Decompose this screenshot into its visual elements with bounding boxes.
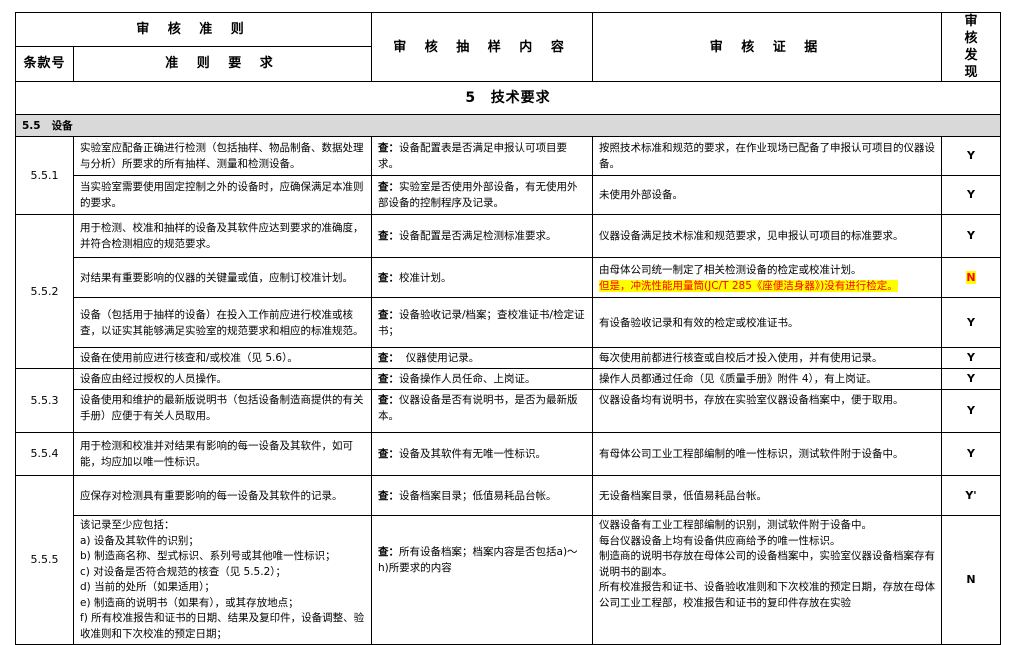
- requirement-cell: 用于检测和校准并对结果有影响的每一设备及其软件，如可能，均应加以唯一性标识。: [72, 432, 373, 476]
- requirement-list-item: c) 对设备是否符合规范的核查（见 5.5.2）；: [80, 565, 287, 578]
- finding-cell: Y: [941, 175, 1002, 215]
- sample-cell: 查：设备配置是否满足检测标准要求。: [371, 214, 594, 258]
- requirement-cell: 设备应由经过授权的人员操作。: [72, 368, 373, 390]
- requirement-cell: 设备（包括用于抽样的设备）在投入工作前应进行校准或核查，以证实其能够满足实验室的…: [72, 297, 373, 348]
- requirement-cell: 设备使用和维护的最新版说明书（包括设备制造商提供的有关手册）应便于有关人员取用。: [72, 389, 373, 433]
- check-prefix: 查：: [378, 373, 400, 385]
- requirement-cell: 应保存对检测具有重要影响的每一设备及其软件的记录。: [72, 475, 373, 516]
- header-sample: 审 核 抽 样 内 容: [371, 12, 594, 82]
- table-row: 当实验室需要使用固定控制之外的设备时，应确保满足本准则的要求。 查：实验室是否使…: [16, 175, 1002, 215]
- evidence-line: 制造商的说明书存放在母体公司的设备档案中，实验室仪器设备档案存有说明书的副本。: [599, 550, 936, 578]
- requirement-intro: 该记录至少应包括：: [80, 519, 175, 531]
- requirement-cell: 用于检测、校准和抽样的设备及其软件应达到要求的准确度，并符合检测相应的规范要求。: [72, 214, 373, 258]
- requirement-list-item: b) 制造商名称、型式标识、系列号或其他唯一性标识；: [80, 550, 336, 562]
- requirement-list-item: f) 所有校准报告和证书的日期、结果及复印件，设备调整、验收准则和下次校准的预定…: [80, 612, 365, 640]
- finding-cell: Y: [941, 347, 1002, 369]
- check-prefix: 查：: [378, 271, 400, 284]
- finding-cell: Y: [941, 297, 1002, 348]
- check-prefix: 查：: [378, 489, 400, 502]
- evidence-cell: 由母体公司统一制定了相关检测设备的检定或校准计划。 但是，冲洗性能用量筒(JC/…: [592, 257, 943, 298]
- sample-cell: 查：所有设备档案；档案内容是否包括a)～h)所要求的内容: [371, 515, 594, 645]
- sample-cell: 查：设备及其软件有无唯一性标识。: [371, 432, 594, 476]
- finding-cell: Y: [941, 136, 1002, 176]
- requirement-cell: 设备在使用前应进行核查和/或校准（见 5.6）。: [72, 347, 373, 369]
- check-prefix: 查：: [378, 394, 400, 406]
- header-criteria: 审 核 准 则: [14, 12, 373, 47]
- requirement-cell: 该记录至少应包括： a) 设备及其软件的识别； b) 制造商名称、型式标识、系列…: [72, 515, 373, 645]
- check-prefix: 查：: [378, 448, 400, 460]
- table-row: 5.5.1 实验室应配备正确进行检测（包括抽样、物品制备、数据处理与分析）所要求…: [15, 136, 1002, 215]
- header-clause-no: 条款号: [15, 45, 74, 83]
- check-prefix: 查：: [378, 181, 400, 193]
- evidence-line: 每台仪器设备上均有设备供应商给予的唯一性标识。: [599, 534, 841, 547]
- requirement-cell: 实验室应配备正确进行检测（包括抽样、物品制备、数据处理与分析）所要求的所有抽样、…: [72, 136, 373, 176]
- evidence-cell: 无设备档案目录，低值易耗品台帐。: [592, 475, 943, 516]
- finding-cell: Y': [941, 475, 1002, 516]
- table-row: 5.5.4 用于检测和校准并对结果有影响的每一设备及其软件，如可能，均应加以唯一…: [15, 432, 1002, 476]
- clause-number: 5.5.2: [15, 214, 74, 369]
- table-row: 5.5.2 用于检测、校准和抽样的设备及其软件应达到要求的准确度，并符合检测相应…: [15, 214, 1002, 369]
- header-evidence: 审 核 证 据: [592, 12, 943, 82]
- evidence-cell: 每次使用前都进行核查或自校后才投入使用，并有使用记录。: [592, 347, 943, 369]
- finding-cell: Y: [941, 368, 1002, 390]
- subsection-name: 设备: [51, 119, 73, 132]
- requirement-list-item: d) 当前的处所（如果适用）；: [80, 581, 215, 593]
- sample-cell: 查：实验室是否使用外部设备，有无使用外部设备的控制程序及记录。: [371, 175, 594, 215]
- evidence-line: 所有校准报告和证书、设备验收准则和下次校准的预定日期，存放在母体公司工业工程部，…: [599, 581, 936, 609]
- header-criteria-req: 准 则 要 求: [72, 45, 373, 83]
- section-number: 5: [465, 90, 477, 106]
- sample-cell: 查：设备配置表是否满足申报认可项目要求。: [371, 136, 594, 176]
- finding-cell: Y: [941, 389, 1002, 433]
- finding-nonconform: N: [966, 270, 976, 284]
- requirement-cell: 对结果有重要影响的仪器的关键量或值，应制订校准计划。: [72, 257, 373, 298]
- evidence-cell: 有母体公司工业工程部编制的唯一性标识，测试软件附于设备中。: [592, 432, 943, 476]
- clause-number: 5.5.3: [15, 368, 74, 433]
- finding-cell: Y: [941, 432, 1002, 476]
- audit-table: 审 核 准 则 审 核 抽 样 内 容 审 核 证 据 审 核 发 现 条款号 …: [14, 12, 1002, 645]
- header-finding: 审 核 发 现: [941, 12, 1002, 82]
- nonconformity-highlight: 但是，冲洗性能用量筒(JC/T 285《座便洁身器》)没有进行检定。: [599, 279, 898, 292]
- finding-cell: N: [941, 515, 1002, 645]
- evidence-cell: 按照技术标准和规范的要求，在作业现场已配备了申报认可项目的仪器设备。: [592, 136, 943, 176]
- requirement-cell: 当实验室需要使用固定控制之外的设备时，应确保满足本准则的要求。: [72, 175, 373, 215]
- sample-cell: 查：设备验收记录/档案；查校准证书/检定证书；: [371, 297, 594, 348]
- evidence-cell: 仪器设备有工业工程部编制的识别，测试软件附于设备中。 每台仪器设备上均有设备供应…: [592, 515, 943, 645]
- subsection-title: 5.5 设备: [14, 114, 1002, 137]
- table-row: 设备在使用前应进行核查和/或校准（见 5.6）。 查： 仪器使用记录。 每次使用…: [16, 347, 1002, 369]
- section-title: 5 技术要求: [14, 81, 1002, 115]
- sample-cell: 查：仪器设备是否有说明书，是否为最新版本。: [371, 389, 594, 433]
- finding-cell: Y: [941, 214, 1002, 258]
- table-row: 5.5.3 设备应由经过授权的人员操作。 查：设备操作人员任命、上岗证。 操作人…: [15, 368, 1002, 433]
- sample-cell: 查： 仪器使用记录。: [371, 347, 594, 369]
- check-prefix: 查：: [378, 308, 400, 321]
- evidence-cell: 操作人员都通过任命（见《质量手册》附件 4），有上岗证。: [592, 368, 943, 390]
- evidence-cell: 仪器设备均有说明书，存放在实验室仪器设备档案中，便于取用。: [592, 389, 943, 433]
- clause-number: 5.5.5: [15, 475, 74, 645]
- table-row: 对结果有重要影响的仪器的关键量或值，应制订校准计划。 查：校准计划。 由母体公司…: [16, 257, 1002, 298]
- evidence-cell: 未使用外部设备。: [592, 175, 943, 215]
- subsection-number: 5.5: [22, 119, 41, 132]
- table-row: 设备使用和维护的最新版说明书（包括设备制造商提供的有关手册）应便于有关人员取用。…: [16, 389, 1002, 433]
- check-prefix: 查：: [378, 142, 400, 154]
- evidence-cell: 仪器设备满足技术标准和规范要求，见申报认可项目的标准要求。: [592, 214, 943, 258]
- finding-cell: N: [941, 257, 1002, 298]
- table-row: 5.5.5 应保存对检测具有重要影响的每一设备及其软件的记录。 查：设备档案目录…: [15, 475, 1002, 645]
- check-prefix: 查：: [378, 352, 400, 364]
- requirement-list-item: e) 制造商的说明书（如果有），或其存放地点；: [80, 596, 299, 609]
- check-prefix: 查：: [378, 230, 400, 242]
- evidence-line: 仪器设备有工业工程部编制的识别，测试软件附于设备中。: [599, 519, 873, 531]
- check-prefix: 查：: [378, 546, 400, 558]
- clause-number: 5.5.1: [15, 136, 74, 215]
- evidence-text: 由母体公司统一制定了相关检测设备的检定或校准计划。: [599, 263, 862, 276]
- sample-cell: 查：设备档案目录；低值易耗品台帐。: [371, 475, 594, 516]
- requirement-list-item: a) 设备及其软件的识别；: [80, 534, 199, 547]
- sample-cell: 查：校准计划。: [371, 257, 594, 298]
- section-name: 技术要求: [490, 90, 551, 106]
- evidence-cell: 有设备验收记录和有效的检定或校准证书。: [592, 297, 943, 348]
- clause-number: 5.5.4: [15, 432, 74, 476]
- sample-cell: 查：设备操作人员任命、上岗证。: [371, 368, 594, 390]
- table-row: 该记录至少应包括： a) 设备及其软件的识别； b) 制造商名称、型式标识、系列…: [16, 515, 1002, 645]
- table-row: 设备（包括用于抽样的设备）在投入工作前应进行校准或核查，以证实其能够满足实验室的…: [16, 297, 1002, 348]
